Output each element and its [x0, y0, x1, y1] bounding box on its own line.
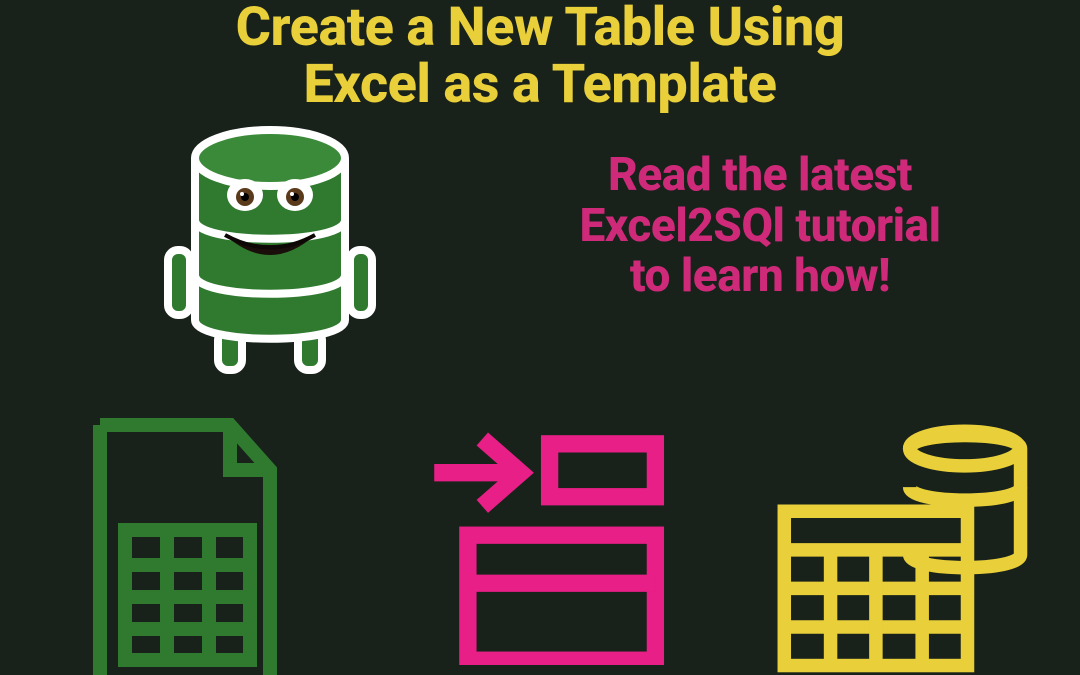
subtitle-line-2: Excel2SQl tutorial — [580, 199, 941, 253]
mascot-illustration — [140, 100, 400, 400]
page-title: Create a New Table Using Excel as a Temp… — [0, 0, 1080, 113]
subtitle-line-3: to learn how! — [630, 249, 890, 303]
diagram-row — [0, 415, 1080, 675]
database-table-icon — [760, 415, 1040, 675]
subtitle-line-1: Read the latest — [608, 148, 912, 202]
spreadsheet-file-icon — [40, 415, 320, 675]
page-subtitle: Read the latest Excel2SQl tutorial to le… — [480, 150, 1040, 302]
insert-row-arrow-icon — [400, 415, 680, 675]
title-line-1: Create a New Table Using — [236, 0, 845, 59]
database-mascot-icon — [140, 100, 400, 400]
